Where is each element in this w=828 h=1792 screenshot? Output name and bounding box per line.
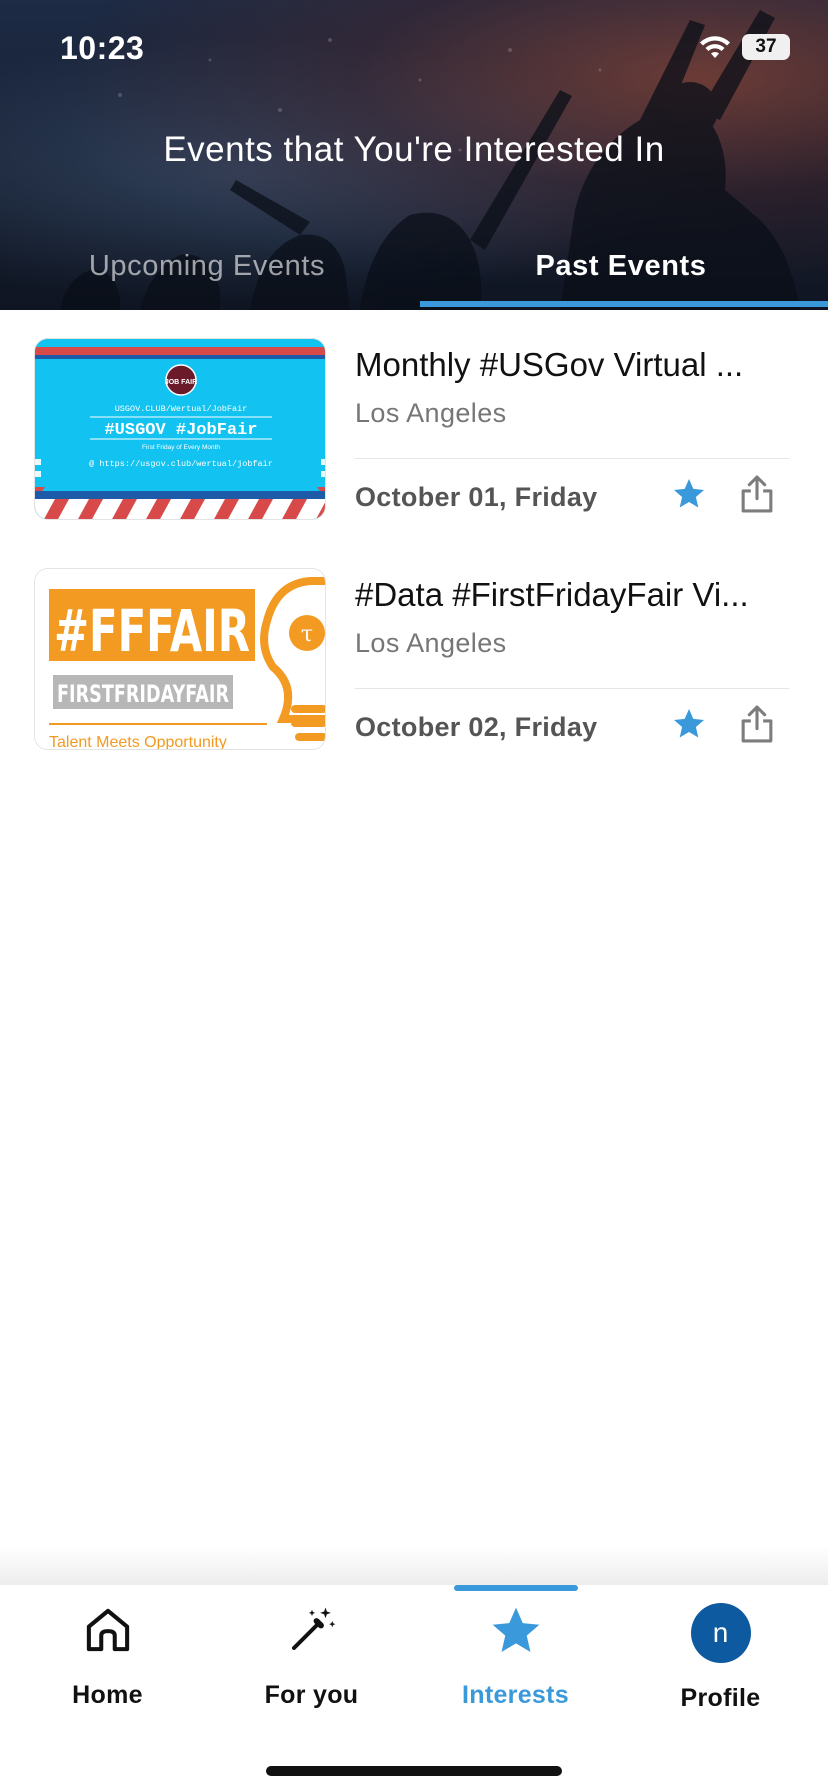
tab-selected-indicator (420, 301, 828, 307)
nav-item-home[interactable]: Home (4, 1585, 211, 1735)
divider (355, 458, 789, 459)
event-location: Los Angeles (355, 628, 507, 658)
status-time: 10:23 (60, 30, 145, 66)
app-root: 10:23 37 Events that You're Interested I… (0, 0, 828, 1792)
banner-headline: #FFFAIR (54, 597, 250, 665)
jobfair-banner-image: JOB FAIR USGOV.CLUB/Wertual/JobFair #USG… (35, 339, 325, 519)
star-icon (492, 1607, 539, 1652)
banner-headline: #USGOV #JobFair (104, 421, 257, 440)
header: 10:23 37 Events that You're Interested I… (0, 0, 828, 310)
banner-url: @ https://usgov.club/wertual/jobfair (89, 459, 273, 469)
event-date: October 02, Friday (355, 712, 598, 742)
tab-upcoming-events[interactable]: Upcoming Events (0, 250, 414, 283)
status-icons: 37 (698, 34, 790, 60)
banner-tagline: First Friday of Every Month (142, 444, 220, 451)
event-date: October 01, Friday (355, 482, 598, 512)
event-thumbnail[interactable]: JOB FAIR USGOV.CLUB/Wertual/JobFair #USG… (34, 338, 326, 520)
home-icon (86, 1608, 129, 1652)
banner-logo-letter: τ (301, 622, 313, 647)
event-thumbnail[interactable]: #FFFAIR FIRSTFRIDAYFAIR Talent Meets Opp… (34, 568, 326, 750)
divider (355, 688, 789, 689)
event-title[interactable]: Monthly #USGov Virtual ... (355, 346, 815, 384)
star-icon[interactable] (671, 476, 707, 512)
nav-label-for-you: For you (264, 1681, 359, 1709)
nav-item-profile[interactable]: n Profile (617, 1585, 824, 1735)
event-location: Los Angeles (355, 398, 507, 428)
avatar: n (690, 1603, 751, 1663)
banner-line1: USGOV.CLUB/Wertual/JobFair (115, 404, 248, 414)
nav-item-for-you[interactable]: For you (208, 1585, 415, 1735)
page-title: Events that You're Interested In (163, 130, 665, 169)
nav-item-interests[interactable]: Interests (412, 1585, 619, 1735)
banner-badge: JOB FAIR (165, 379, 197, 386)
battery-indicator: 37 (742, 34, 790, 60)
event-card[interactable]: JOB FAIR USGOV.CLUB/Wertual/JobFair #USG… (34, 338, 794, 524)
event-title[interactable]: #Data #FirstFridayFair Vi... (355, 576, 815, 614)
fffair-banner-image: #FFFAIR FIRSTFRIDAYFAIR Talent Meets Opp… (35, 569, 325, 750)
share-icon[interactable] (738, 704, 776, 744)
wifi-icon (700, 36, 730, 58)
banner-tagline: Talent Meets Opportunity (49, 734, 227, 750)
share-icon[interactable] (738, 474, 776, 514)
event-card[interactable]: #FFFAIR FIRSTFRIDAYFAIR Talent Meets Opp… (34, 568, 794, 754)
nav-shadow (0, 1545, 828, 1585)
star-icon[interactable] (671, 706, 707, 742)
nav-label-profile: Profile (680, 1684, 761, 1712)
nav-label-interests: Interests (462, 1681, 569, 1709)
tab-past-events[interactable]: Past Events (414, 250, 828, 283)
nav-label-home: Home (72, 1681, 143, 1709)
magic-wand-icon (291, 1607, 335, 1651)
banner-subhead: FIRSTFRIDAYFAIR (57, 680, 229, 708)
home-indicator[interactable] (266, 1766, 562, 1776)
bottom-nav: Home For you Interests n Profile (0, 1585, 828, 1792)
